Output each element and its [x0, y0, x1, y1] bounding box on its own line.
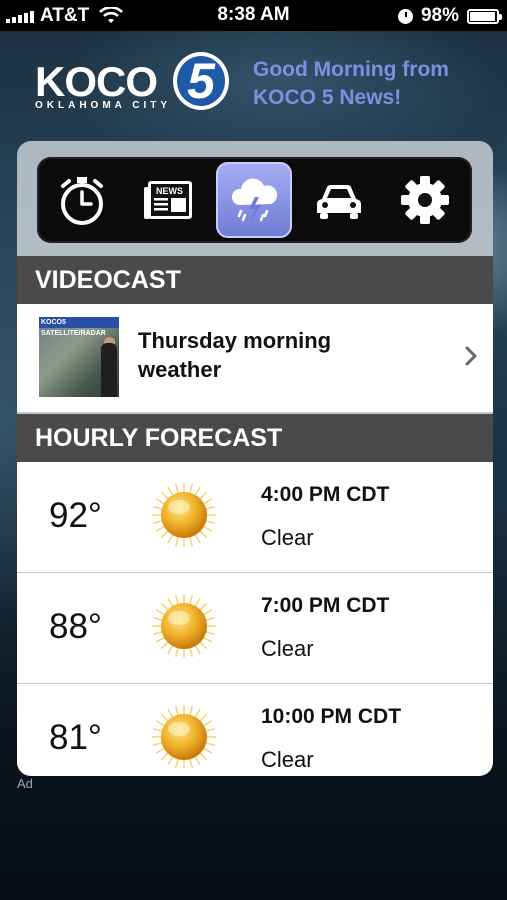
videocast-header: VIDEOCAST — [17, 256, 493, 304]
hour-temp: 81° — [49, 718, 102, 757]
hour-condition: Clear — [261, 636, 314, 661]
hourly-forecast-header: HOURLY FORECAST — [17, 414, 493, 462]
hourly-row: 92° 4:00 PM CDT Clear — [17, 462, 493, 573]
hour-temp: 88° — [49, 607, 102, 646]
thumb-banner: KOCO5 SATELLITE/RADAR — [39, 317, 119, 337]
hour-temp: 92° — [49, 496, 102, 535]
hourly-row: 81° 10:00 PM CDT Clear — [17, 684, 493, 776]
main-panel: NEWS VIDEOCAST KOCO5 SATELLITE/RADAR Thu… — [17, 141, 493, 776]
tab-timer[interactable] — [44, 162, 120, 238]
car-icon — [317, 185, 361, 219]
gear-icon — [401, 176, 449, 224]
logo-subtext: OKLAHOMA CITY — [35, 100, 172, 111]
hourly-row: 88° 7:00 PM CDT Clear — [17, 573, 493, 684]
status-right: 98% — [397, 5, 502, 27]
news-icon-text: NEWS — [156, 186, 183, 196]
greeting-text: Good Morning from KOCO 5 News! — [253, 58, 449, 109]
storm-cloud-icon — [231, 178, 278, 222]
hour-time: 4:00 PM CDT — [261, 483, 390, 506]
nav-toolbar: NEWS — [37, 157, 472, 243]
alarm-clock-icon — [397, 8, 413, 24]
stopwatch-icon — [61, 177, 103, 225]
status-bar: AT&T 8:38 AM 98% — [0, 0, 507, 31]
newspaper-icon: NEWS — [144, 181, 192, 219]
tab-traffic[interactable] — [301, 162, 377, 238]
video-title: Thursday morning weather — [138, 328, 332, 382]
hour-condition: Clear — [261, 525, 314, 550]
battery-icon — [467, 8, 502, 24]
sun-icon — [151, 704, 217, 770]
videocast-item[interactable]: KOCO5 SATELLITE/RADAR Thursday morning w… — [17, 304, 493, 413]
thumb-presenter — [101, 343, 117, 397]
logo-text: KOCO — [35, 58, 158, 105]
video-thumbnail: KOCO5 SATELLITE/RADAR — [39, 317, 119, 397]
hour-time: 7:00 PM CDT — [261, 594, 390, 617]
sun-icon — [151, 482, 217, 548]
hour-time: 10:00 PM CDT — [261, 705, 402, 728]
chevron-right-icon — [465, 346, 477, 366]
battery-percent: 98% — [420, 5, 459, 26]
logo-number: 5 — [173, 52, 229, 110]
ad-label: Ad — [17, 776, 33, 791]
hour-condition: Clear — [261, 747, 314, 772]
tab-news[interactable]: NEWS — [131, 162, 207, 238]
tab-settings[interactable] — [387, 162, 463, 238]
sun-icon — [151, 593, 217, 659]
koco5-logo: KOCO 5 OKLAHOMA CITY — [35, 52, 229, 118]
tab-weather[interactable] — [216, 162, 292, 238]
